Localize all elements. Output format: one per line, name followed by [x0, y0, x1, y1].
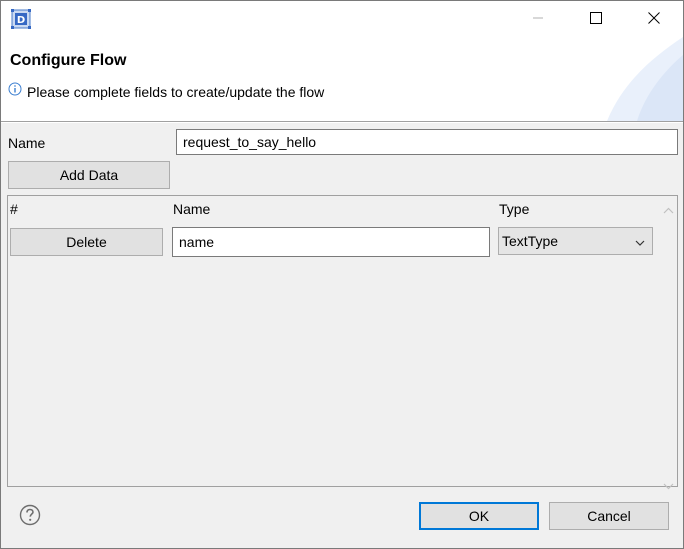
ok-button[interactable]: OK	[419, 502, 539, 530]
chevron-down-icon	[634, 236, 646, 248]
header-banner-graphic	[593, 37, 683, 121]
scroll-down-icon[interactable]	[663, 477, 674, 490]
dialog-header: Configure Flow Please complete fields to…	[1, 37, 683, 121]
configure-flow-dialog: D Configure Flow Please complete fields …	[0, 0, 684, 549]
column-header-type: Type	[499, 201, 530, 217]
svg-text:D: D	[17, 15, 25, 26]
add-data-button[interactable]: Add Data	[8, 161, 170, 189]
data-type-select[interactable]: TextType	[498, 227, 653, 255]
cancel-button[interactable]: Cancel	[549, 502, 669, 530]
info-icon	[8, 82, 22, 96]
minimize-button[interactable]	[509, 1, 567, 37]
name-label: Name	[8, 135, 46, 151]
scroll-up-icon[interactable]	[663, 202, 674, 214]
minimize-icon	[532, 11, 544, 27]
dialog-message: Please complete fields to create/update …	[27, 84, 325, 100]
data-name-input[interactable]	[172, 227, 490, 257]
app-icon: D	[11, 9, 31, 29]
title-bar[interactable]: D	[1, 1, 683, 37]
data-table: # Name Type Delete TextType	[7, 195, 678, 490]
data-type-value: TextType	[502, 233, 559, 249]
delete-row-button[interactable]: Delete	[10, 228, 163, 256]
dialog-title: Configure Flow	[10, 52, 127, 69]
column-header-name: Name	[173, 201, 211, 217]
header-divider-highlight	[1, 122, 683, 123]
maximize-button[interactable]	[567, 1, 625, 37]
close-button[interactable]	[625, 1, 683, 37]
vertical-scrollbar[interactable]	[660, 196, 677, 490]
close-icon	[648, 11, 660, 27]
help-icon[interactable]	[19, 504, 41, 526]
column-header-number: #	[10, 201, 18, 217]
flow-name-input[interactable]	[176, 129, 678, 155]
maximize-icon	[590, 11, 602, 27]
